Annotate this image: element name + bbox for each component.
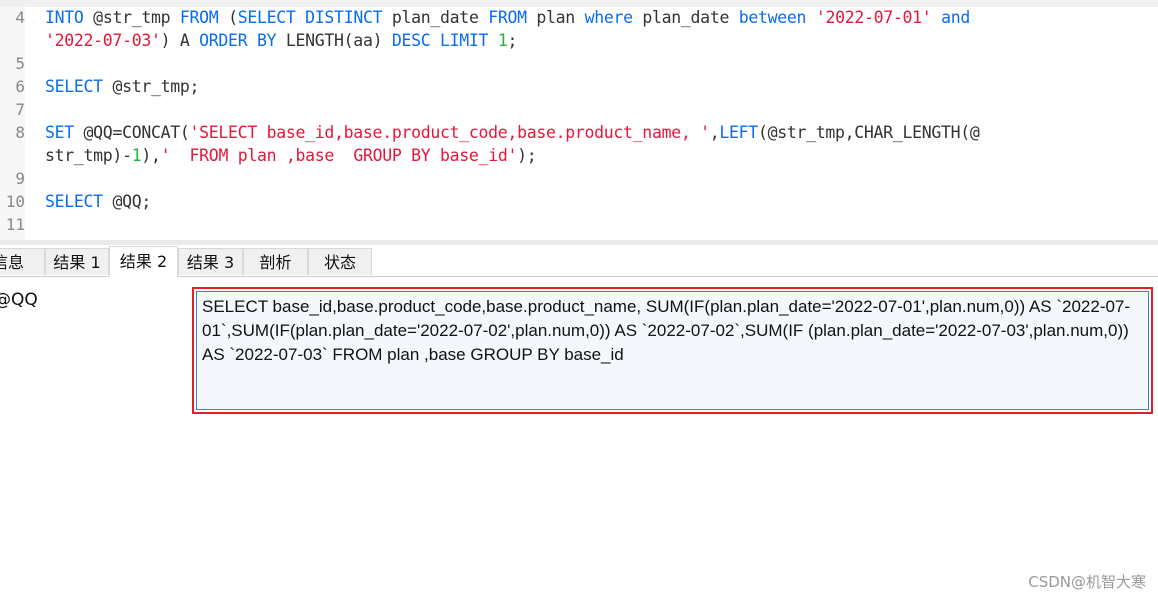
sql-keyword: where: [584, 8, 633, 27]
sql-string: '2022-07-01': [815, 8, 932, 27]
code-line[interactable]: SET @QQ=CONCAT('SELECT base_id,base.prod…: [45, 123, 980, 142]
line-number: 6: [15, 77, 25, 96]
line-number: 4: [15, 8, 25, 27]
sql-keyword: DESC LIMIT: [391, 31, 489, 50]
sql-string: 'SELECT base_id,base.product_code,base.p…: [189, 123, 711, 142]
watermark: CSDN@机智大寒: [1028, 573, 1146, 591]
line-number: 7: [15, 100, 25, 119]
sql-keyword: and: [941, 8, 970, 27]
result-tabs: 信息结果 1结果 2结果 3剖析状态: [0, 246, 1158, 277]
line-number: 10: [5, 192, 25, 211]
sql-text: (: [218, 8, 238, 27]
tab-0[interactable]: 信息: [0, 248, 45, 275]
sql-text: ;: [507, 31, 518, 50]
pane-splitter[interactable]: [0, 240, 1158, 245]
tab-3[interactable]: 结果 3: [178, 248, 243, 275]
sql-text: LENGTH(aa): [276, 31, 392, 50]
sql-text: plan: [526, 8, 585, 27]
sql-text: @QQ;: [102, 192, 151, 211]
sql-text: plan_date: [382, 8, 489, 27]
sql-text: @str_tmp: [83, 8, 180, 27]
line-number: 9: [15, 169, 25, 188]
sql-keyword: FROM: [488, 8, 527, 27]
sql-text: (@str_tmp,CHAR_LENGTH(@: [757, 123, 980, 142]
sql-keyword: SET: [45, 123, 74, 142]
tab-1[interactable]: 结果 1: [45, 248, 109, 275]
sql-keyword: SELECT DISTINCT: [237, 8, 383, 27]
code-line[interactable]: SELECT @QQ;: [45, 192, 151, 211]
sql-text: @QQ=CONCAT(: [73, 123, 190, 142]
line-number: 5: [15, 54, 25, 73]
tab-2[interactable]: 结果 2: [109, 246, 178, 277]
sql-string: '2022-07-03': [45, 31, 161, 50]
sql-text: plan_date: [632, 8, 739, 27]
code-line[interactable]: str_tmp)-1),' FROM plan ,base GROUP BY b…: [45, 146, 537, 165]
tab-4[interactable]: 剖析: [243, 248, 308, 275]
tab-5[interactable]: 状态: [308, 248, 372, 275]
code-line[interactable]: SELECT @str_tmp;: [45, 77, 199, 96]
code-line[interactable]: '2022-07-03') A ORDER BY LENGTH(aa) DESC…: [45, 31, 517, 50]
sql-keyword: ORDER BY: [199, 31, 277, 50]
sql-editor[interactable]: 4 INTO @str_tmp FROM (SELECT DISTINCT pla…: [0, 0, 1158, 240]
sql-number: 1: [131, 146, 142, 165]
field-label: @QQ: [0, 290, 38, 310]
sql-text: );: [517, 146, 537, 165]
line-number: 11: [5, 215, 25, 234]
line-number: 8: [15, 123, 25, 142]
sql-text: @str_tmp;: [102, 77, 200, 96]
sql-keyword: LEFT: [719, 123, 758, 142]
value-highlight-box: SELECT base_id,base.product_code,base.pr…: [192, 287, 1153, 414]
code-line[interactable]: INTO @str_tmp FROM (SELECT DISTINCT plan…: [45, 8, 970, 27]
sql-text: str_tmp)-: [45, 146, 132, 165]
editor-top-strip: [0, 0, 1158, 7]
sql-text: ) A: [160, 31, 200, 50]
sql-text: ),: [141, 146, 161, 165]
sql-text: ,: [709, 123, 720, 142]
sql-keyword: SELECT: [45, 77, 103, 96]
result-value-cell[interactable]: SELECT base_id,base.product_code,base.pr…: [196, 291, 1149, 410]
sql-keyword: FROM: [179, 8, 219, 27]
sql-keyword: INTO: [45, 8, 84, 27]
sql-keyword: SELECT: [45, 192, 103, 211]
sql-keyword: between: [738, 8, 807, 27]
sql-string: ' FROM plan ,base GROUP BY base_id': [160, 146, 518, 165]
